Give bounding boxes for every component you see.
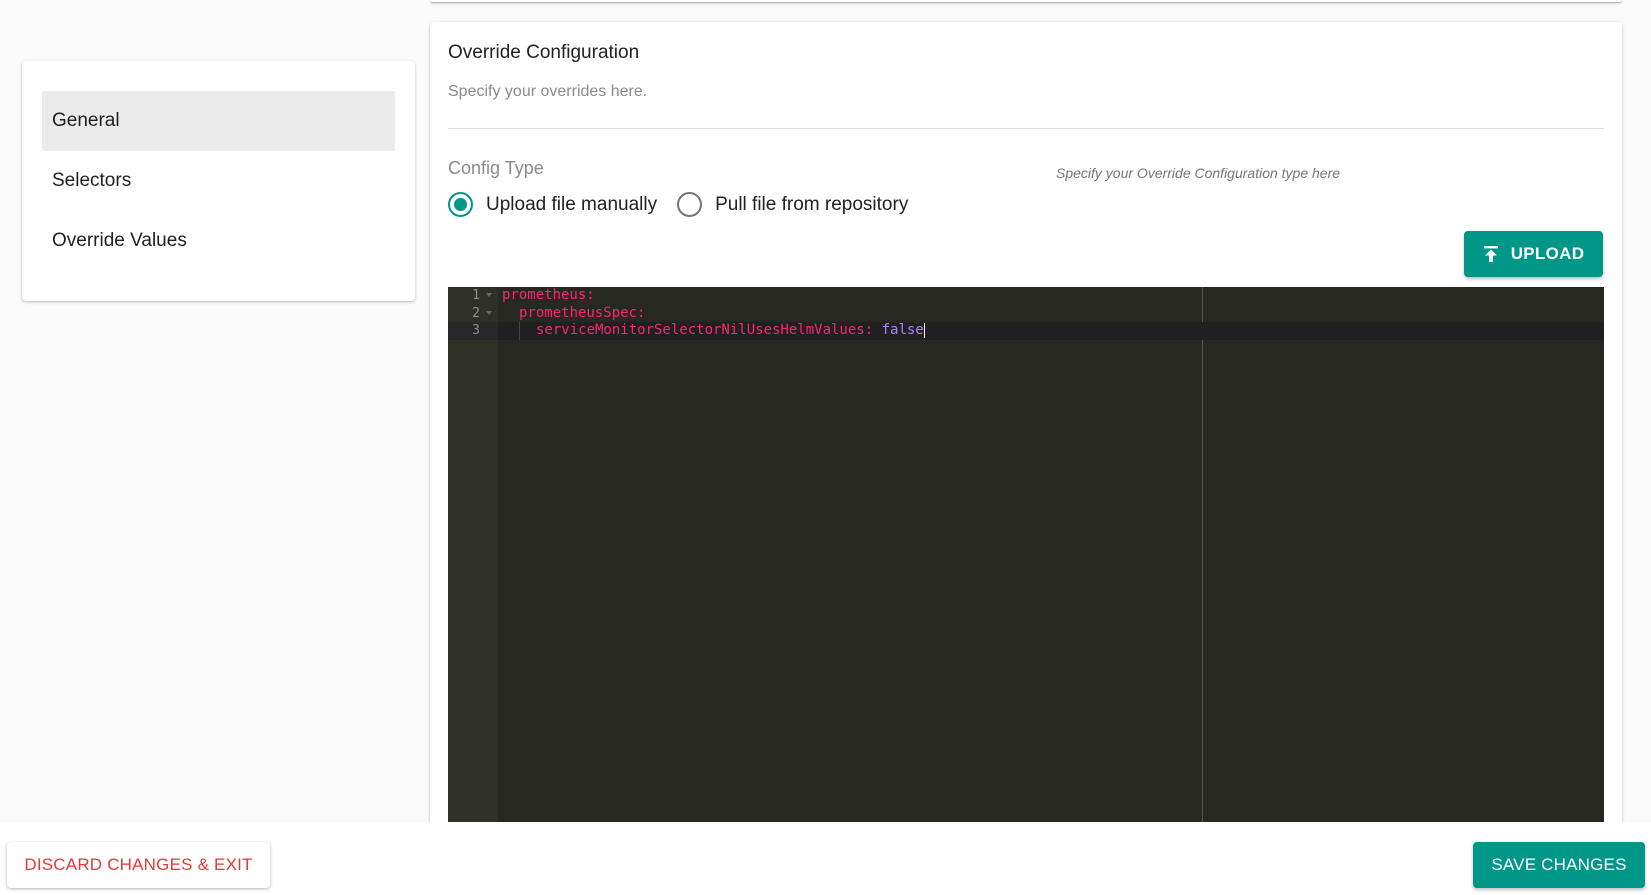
radio-checked-icon[interactable] [448, 192, 473, 217]
line-number: 2 [448, 305, 498, 323]
editor-gutter: 1 2 3 [448, 287, 498, 822]
print-margin-line [1202, 287, 1203, 822]
indent-guide [519, 322, 536, 340]
sidebar-item-selectors[interactable]: Selectors [42, 151, 395, 211]
radio-label: Pull file from repository [715, 193, 909, 215]
sidebar-item-override-values[interactable]: Override Values [42, 211, 395, 271]
upload-icon [1483, 246, 1498, 262]
upload-button[interactable]: UPLOAD [1464, 231, 1603, 277]
config-type-radio-group: Upload file manually Pull file from repo… [448, 192, 928, 217]
config-type-label: Config Type [448, 158, 544, 178]
fold-arrow-icon[interactable] [486, 293, 492, 297]
code-line-active: serviceMonitorSelectorNilUsesHelmValues:… [498, 322, 1604, 340]
radio-upload-manually[interactable]: Upload file manually [448, 192, 657, 217]
sidebar-item-label: General [52, 110, 120, 131]
code-line: prometheus: [498, 287, 1604, 305]
previous-card-edge [430, 0, 1622, 3]
editor-code-area[interactable]: prometheus: prometheusSpec: serviceMonit… [498, 287, 1604, 340]
sidebar-item-general[interactable]: General [42, 91, 395, 151]
yaml-key: prometheusSpec: [519, 304, 646, 321]
text-cursor [923, 322, 925, 338]
radio-unchecked-icon[interactable] [677, 192, 703, 217]
page-subtitle: Specify your overrides here. [448, 83, 648, 100]
yaml-code-editor[interactable]: 1 2 3 prometheus: prometheusSpec: servic… [448, 287, 1604, 822]
save-changes-button[interactable]: SAVE CHANGES [1473, 842, 1645, 888]
fold-arrow-icon[interactable] [486, 310, 492, 315]
radio-pull-from-repository[interactable]: Pull file from repository [677, 192, 908, 217]
line-number: 1 [448, 287, 498, 305]
yaml-key: serviceMonitorSelectorNilUsesHelmValues: [536, 322, 874, 338]
discard-changes-button[interactable]: DISCARD CHANGES & EXIT [7, 842, 270, 888]
code-line: prometheusSpec: [498, 305, 1604, 323]
page-title: Override Configuration [448, 42, 640, 63]
yaml-bool-value: false [881, 322, 924, 338]
sidebar-nav: General Selectors Override Values [22, 61, 415, 301]
sidebar-item-label: Selectors [52, 170, 132, 191]
override-configuration-card: Override Configuration Specify your over… [430, 22, 1622, 822]
config-type-hint: Specify your Override Configuration type… [1056, 165, 1341, 181]
divider [448, 128, 1604, 129]
radio-label: Upload file manually [486, 193, 658, 215]
yaml-key: prometheus: [502, 287, 595, 303]
sidebar-item-label: Override Values [52, 230, 187, 251]
line-number: 3 [448, 322, 498, 340]
upload-button-label: UPLOAD [1510, 244, 1585, 263]
